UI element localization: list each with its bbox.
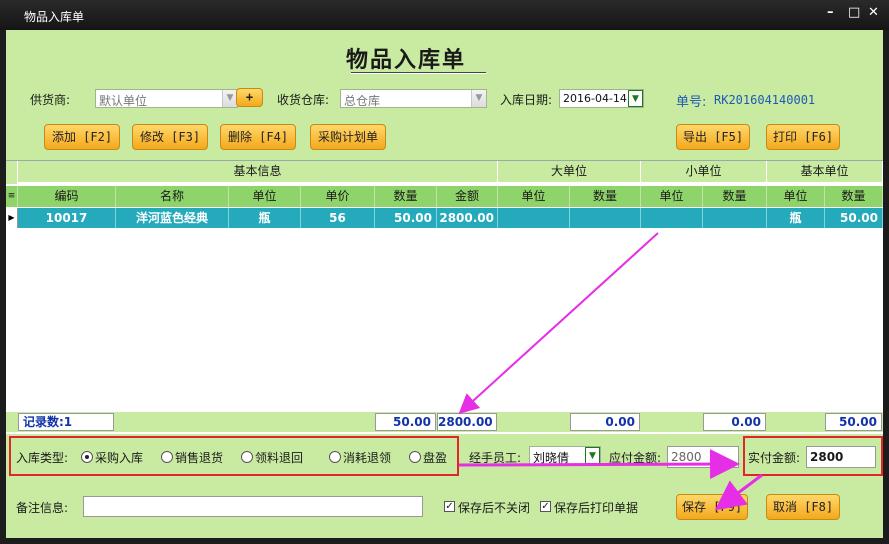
payable-amount-field[interactable]: 2800: [667, 446, 739, 468]
chevron-down-icon[interactable]: ▼: [222, 90, 237, 107]
radio-consume-return[interactable]: [329, 451, 341, 463]
cell-big-unit[interactable]: [498, 208, 570, 228]
print-button[interactable]: 打印 [F6]: [766, 124, 840, 150]
big-unit-total: 0.00: [570, 413, 640, 431]
cell-big-qty[interactable]: [570, 208, 641, 228]
radio-purchase[interactable]: [81, 451, 93, 463]
cell-code[interactable]: 10017: [18, 208, 116, 228]
group-big-unit: 大单位: [498, 161, 641, 182]
cell-small-qty[interactable]: [703, 208, 767, 228]
date-value: 2016-04-14: [563, 92, 627, 105]
col-price[interactable]: 单价: [301, 186, 375, 207]
cell-unit[interactable]: 瓶: [229, 208, 301, 228]
order-no-label: 单号:: [676, 95, 707, 110]
col-big-unit[interactable]: 单位: [498, 186, 570, 207]
paid-amount-field[interactable]: 2800: [806, 446, 876, 468]
chevron-down-icon[interactable]: ▼: [585, 447, 600, 464]
title-underline: [351, 72, 486, 74]
cell-base-qty[interactable]: 50.00: [825, 208, 883, 228]
record-count: 记录数:1: [18, 413, 114, 431]
col-unit[interactable]: 单位: [229, 186, 301, 207]
type-consume-return-label: 消耗退领: [343, 451, 392, 465]
remark-label: 备注信息:: [16, 501, 69, 515]
export-button[interactable]: 导出 [F5]: [676, 124, 750, 150]
cell-amount[interactable]: 2800.00: [437, 208, 498, 228]
col-big-qty[interactable]: 数量: [570, 186, 641, 207]
paid-label: 实付金额:: [748, 451, 801, 465]
amount-total: 2800.00: [437, 413, 497, 431]
group-base-unit: 基本单位: [767, 161, 883, 182]
base-unit-total: 50.00: [825, 413, 882, 431]
keep-open-label: 保存后不关闭: [458, 501, 531, 515]
col-amount[interactable]: 金额: [437, 186, 498, 207]
payable-label: 应付金额:: [609, 451, 662, 465]
cell-base-unit[interactable]: 瓶: [767, 208, 825, 228]
entry-type-label: 入库类型:: [16, 451, 69, 465]
col-base-unit[interactable]: 单位: [767, 186, 825, 207]
grid-indicator-icon: ≡: [6, 186, 18, 207]
delete-button[interactable]: 删除 [F4]: [220, 124, 296, 150]
keep-open-checkbox[interactable]: ✓: [444, 501, 455, 512]
date-label: 入库日期:: [500, 93, 553, 107]
col-small-unit[interactable]: 单位: [641, 186, 703, 207]
col-name[interactable]: 名称: [116, 186, 229, 207]
warehouse-select[interactable]: 总仓库 ▼: [340, 89, 487, 108]
grid-footer: 记录数:1 50.00 2800.00 0.00 0.00 50.00: [6, 412, 883, 432]
add-button[interactable]: 添加 [F2]: [44, 124, 120, 150]
window-title: 物品入库单: [24, 10, 85, 24]
radio-sales-return[interactable]: [161, 451, 173, 463]
col-small-qty[interactable]: 数量: [703, 186, 767, 207]
col-qty[interactable]: 数量: [375, 186, 437, 207]
remark-input[interactable]: [83, 496, 423, 517]
type-sales-return-label: 销售退货: [175, 451, 224, 465]
entry-type-highlight: [9, 436, 459, 476]
purchase-plan-button[interactable]: 采购计划单: [310, 124, 386, 150]
col-base-qty[interactable]: 数量: [825, 186, 883, 207]
type-purchase-label: 采购入库: [95, 451, 144, 465]
minimize-icon[interactable]: –: [827, 5, 834, 20]
maximize-icon[interactable]: □: [848, 5, 860, 20]
warehouse-value: 总仓库: [344, 94, 381, 108]
form-client: 物品入库单 供货商: 默认单位 ▼ + 收货仓库: 总仓库 ▼ 入库日期: 20…: [6, 30, 883, 538]
row-pointer-icon: ▶: [6, 208, 18, 228]
handler-select[interactable]: 刘晓倩 ▼: [529, 446, 601, 465]
type-material-return-label: 领料退回: [255, 451, 304, 465]
edit-button[interactable]: 修改 [F3]: [132, 124, 208, 150]
grid-corner: [6, 161, 18, 184]
qty-total: 50.00: [375, 413, 436, 431]
radio-material-return[interactable]: [241, 451, 253, 463]
add-supplier-button[interactable]: +: [236, 88, 263, 107]
handler-label: 经手员工:: [469, 451, 522, 465]
handler-value: 刘晓倩: [533, 451, 570, 465]
calendar-dropdown-icon[interactable]: ▼: [628, 90, 643, 107]
group-basic-info: 基本信息: [18, 161, 498, 182]
radio-surplus[interactable]: [409, 451, 421, 463]
save-button[interactable]: 保存 [F9]: [676, 494, 748, 520]
cell-price[interactable]: 56: [301, 208, 375, 228]
cell-qty[interactable]: 50.00: [375, 208, 437, 228]
supplier-label: 供货商:: [30, 93, 71, 107]
small-unit-total: 0.00: [703, 413, 766, 431]
supplier-value: 默认单位: [99, 94, 148, 108]
cancel-button[interactable]: 取消 [F8]: [766, 494, 840, 520]
cell-name[interactable]: 洋河蓝色经典: [116, 208, 229, 228]
cell-small-unit[interactable]: [641, 208, 703, 228]
group-small-unit: 小单位: [641, 161, 767, 182]
chevron-down-icon[interactable]: ▼: [471, 90, 486, 107]
supplier-select[interactable]: 默认单位 ▼: [95, 89, 238, 108]
col-code[interactable]: 编码: [18, 186, 116, 207]
print-after-save-checkbox[interactable]: ✓: [540, 501, 551, 512]
print-after-save-label: 保存后打印单据: [554, 501, 639, 515]
close-icon[interactable]: ✕: [868, 5, 879, 20]
warehouse-label: 收货仓库:: [277, 93, 330, 107]
order-no-value: RK201604140001: [714, 93, 816, 107]
page-title: 物品入库单: [346, 48, 467, 73]
date-picker[interactable]: 2016-04-14 ▼: [559, 89, 644, 108]
window-titlebar: 物品入库单 – □ ✕: [0, 0, 889, 30]
type-surplus-label: 盘盈: [423, 451, 448, 465]
